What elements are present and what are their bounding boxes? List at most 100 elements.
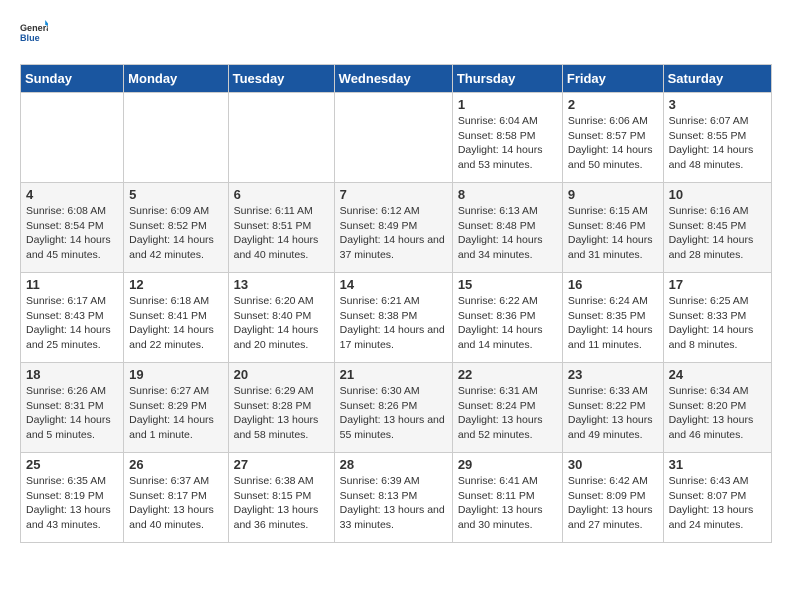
day-info: Sunrise: 6:24 AM Sunset: 8:35 PM Dayligh… <box>568 294 658 353</box>
calendar-week-row: 18 Sunrise: 6:26 AM Sunset: 8:31 PM Dayli… <box>21 363 772 453</box>
calendar-cell: 7 Sunrise: 6:12 AM Sunset: 8:49 PM Daylig… <box>334 183 452 273</box>
calendar-cell <box>228 93 334 183</box>
day-info: Sunrise: 6:34 AM Sunset: 8:20 PM Dayligh… <box>669 384 766 443</box>
calendar-cell: 27Sunrise: 6:38 AM Sunset: 8:15 PM Dayli… <box>228 453 334 543</box>
day-number: 24 <box>669 367 766 382</box>
calendar-cell: 2Sunrise: 6:06 AM Sunset: 8:57 PM Daylig… <box>562 93 663 183</box>
day-info: Sunrise: 6:25 AM Sunset: 8:33 PM Dayligh… <box>669 294 766 353</box>
day-number: 20 <box>234 367 329 382</box>
calendar-cell: 11Sunrise: 6:17 AM Sunset: 8:43 PM Dayli… <box>21 273 124 363</box>
weekday-header-monday: Monday <box>124 65 228 93</box>
weekday-header-row: SundayMondayTuesdayWednesdayThursdayFrid… <box>21 65 772 93</box>
day-info: Sunrise: 6:37 AM Sunset: 8:17 PM Dayligh… <box>129 474 222 533</box>
calendar-cell: 24 Sunrise: 6:34 AM Sunset: 8:20 PM Dayli… <box>663 363 771 453</box>
day-number: 12 <box>129 277 222 292</box>
calendar-cell <box>124 93 228 183</box>
calendar-cell <box>334 93 452 183</box>
day-info: Sunrise: 6:18 AM Sunset: 8:41 PM Dayligh… <box>129 294 222 353</box>
day-number: 26 <box>129 457 222 472</box>
weekday-header-saturday: Saturday <box>663 65 771 93</box>
calendar-cell: 28 Sunrise: 6:39 AM Sunset: 8:13 PM Dayli… <box>334 453 452 543</box>
day-info: Sunrise: 6:16 AM Sunset: 8:45 PM Dayligh… <box>669 204 766 263</box>
calendar-cell: 23 Sunrise: 6:33 AM Sunset: 8:22 PM Dayli… <box>562 363 663 453</box>
day-info: Sunrise: 6:41 AM Sunset: 8:11 PM Dayligh… <box>458 474 557 533</box>
day-info: Sunrise: 6:15 AM Sunset: 8:46 PM Dayligh… <box>568 204 658 263</box>
day-number: 5 <box>129 187 222 202</box>
day-number: 30 <box>568 457 658 472</box>
calendar-cell: 31 Sunrise: 6:43 AM Sunset: 8:07 PM Dayli… <box>663 453 771 543</box>
day-info: Sunrise: 6:21 AM Sunset: 8:38 PM Dayligh… <box>340 294 447 353</box>
day-number: 13 <box>234 277 329 292</box>
calendar-cell <box>21 93 124 183</box>
day-info: Sunrise: 6:27 AM Sunset: 8:29 PM Dayligh… <box>129 384 222 443</box>
logo: GeneralBlue <box>20 20 48 48</box>
day-info: Sunrise: 6:31 AM Sunset: 8:24 PM Dayligh… <box>458 384 557 443</box>
day-number: 7 <box>340 187 447 202</box>
calendar-cell: 1 Sunrise: 6:04 AM Sunset: 8:58 PM Daylig… <box>452 93 562 183</box>
day-number: 25 <box>26 457 118 472</box>
day-info: Sunrise: 6:26 AM Sunset: 8:31 PM Dayligh… <box>26 384 118 443</box>
calendar-cell: 19Sunrise: 6:27 AM Sunset: 8:29 PM Dayli… <box>124 363 228 453</box>
day-number: 29 <box>458 457 557 472</box>
day-info: Sunrise: 6:29 AM Sunset: 8:28 PM Dayligh… <box>234 384 329 443</box>
calendar-week-row: 11Sunrise: 6:17 AM Sunset: 8:43 PM Dayli… <box>21 273 772 363</box>
calendar-cell: 26 Sunrise: 6:37 AM Sunset: 8:17 PM Dayli… <box>124 453 228 543</box>
header: GeneralBlue <box>20 20 772 48</box>
day-info: Sunrise: 6:13 AM Sunset: 8:48 PM Dayligh… <box>458 204 557 263</box>
day-number: 8 <box>458 187 557 202</box>
svg-text:Blue: Blue <box>20 33 40 43</box>
day-number: 21 <box>340 367 447 382</box>
day-number: 15 <box>458 277 557 292</box>
calendar-cell: 5 Sunrise: 6:09 AM Sunset: 8:52 PM Daylig… <box>124 183 228 273</box>
day-number: 18 <box>26 367 118 382</box>
day-info: Sunrise: 6:07 AM Sunset: 8:55 PM Dayligh… <box>669 114 766 173</box>
weekday-header-friday: Friday <box>562 65 663 93</box>
day-number: 22 <box>458 367 557 382</box>
day-info: Sunrise: 6:22 AM Sunset: 8:36 PM Dayligh… <box>458 294 557 353</box>
calendar-cell: 10 Sunrise: 6:16 AM Sunset: 8:45 PM Dayli… <box>663 183 771 273</box>
calendar-cell: 17 Sunrise: 6:25 AM Sunset: 8:33 PM Dayli… <box>663 273 771 363</box>
calendar-cell: 12 Sunrise: 6:18 AM Sunset: 8:41 PM Dayli… <box>124 273 228 363</box>
day-number: 31 <box>669 457 766 472</box>
day-info: Sunrise: 6:43 AM Sunset: 8:07 PM Dayligh… <box>669 474 766 533</box>
day-number: 16 <box>568 277 658 292</box>
calendar-cell: 30 Sunrise: 6:42 AM Sunset: 8:09 PM Dayli… <box>562 453 663 543</box>
day-info: Sunrise: 6:38 AM Sunset: 8:15 PM Dayligh… <box>234 474 329 533</box>
day-info: Sunrise: 6:06 AM Sunset: 8:57 PM Dayligh… <box>568 114 658 173</box>
day-info: Sunrise: 6:33 AM Sunset: 8:22 PM Dayligh… <box>568 384 658 443</box>
weekday-header-sunday: Sunday <box>21 65 124 93</box>
calendar-week-row: 4Sunrise: 6:08 AM Sunset: 8:54 PM Daylig… <box>21 183 772 273</box>
day-number: 23 <box>568 367 658 382</box>
day-number: 3 <box>669 97 766 112</box>
calendar-cell: 29 Sunrise: 6:41 AM Sunset: 8:11 PM Dayli… <box>452 453 562 543</box>
day-info: Sunrise: 6:20 AM Sunset: 8:40 PM Dayligh… <box>234 294 329 353</box>
calendar-cell: 20 Sunrise: 6:29 AM Sunset: 8:28 PM Dayli… <box>228 363 334 453</box>
calendar-cell: 22 Sunrise: 6:31 AM Sunset: 8:24 PM Dayli… <box>452 363 562 453</box>
calendar-cell: 21 Sunrise: 6:30 AM Sunset: 8:26 PM Dayli… <box>334 363 452 453</box>
day-info: Sunrise: 6:12 AM Sunset: 8:49 PM Dayligh… <box>340 204 447 263</box>
day-number: 17 <box>669 277 766 292</box>
day-number: 6 <box>234 187 329 202</box>
day-number: 11 <box>26 277 118 292</box>
day-number: 1 <box>458 97 557 112</box>
calendar-cell: 4Sunrise: 6:08 AM Sunset: 8:54 PM Daylig… <box>21 183 124 273</box>
weekday-header-tuesday: Tuesday <box>228 65 334 93</box>
weekday-header-wednesday: Wednesday <box>334 65 452 93</box>
calendar-cell: 13 Sunrise: 6:20 AM Sunset: 8:40 PM Dayli… <box>228 273 334 363</box>
day-info: Sunrise: 6:42 AM Sunset: 8:09 PM Dayligh… <box>568 474 658 533</box>
day-info: Sunrise: 6:35 AM Sunset: 8:19 PM Dayligh… <box>26 474 118 533</box>
day-info: Sunrise: 6:09 AM Sunset: 8:52 PM Dayligh… <box>129 204 222 263</box>
day-number: 4 <box>26 187 118 202</box>
day-info: Sunrise: 6:39 AM Sunset: 8:13 PM Dayligh… <box>340 474 447 533</box>
day-number: 28 <box>340 457 447 472</box>
svg-text:General: General <box>20 23 48 33</box>
calendar-cell: 9Sunrise: 6:15 AM Sunset: 8:46 PM Daylig… <box>562 183 663 273</box>
weekday-header-thursday: Thursday <box>452 65 562 93</box>
day-info: Sunrise: 6:30 AM Sunset: 8:26 PM Dayligh… <box>340 384 447 443</box>
logo-icon: GeneralBlue <box>20 20 48 48</box>
day-number: 10 <box>669 187 766 202</box>
calendar-cell: 6Sunrise: 6:11 AM Sunset: 8:51 PM Daylig… <box>228 183 334 273</box>
day-info: Sunrise: 6:04 AM Sunset: 8:58 PM Dayligh… <box>458 114 557 173</box>
calendar-cell: 16 Sunrise: 6:24 AM Sunset: 8:35 PM Dayli… <box>562 273 663 363</box>
calendar-cell: 18 Sunrise: 6:26 AM Sunset: 8:31 PM Dayli… <box>21 363 124 453</box>
